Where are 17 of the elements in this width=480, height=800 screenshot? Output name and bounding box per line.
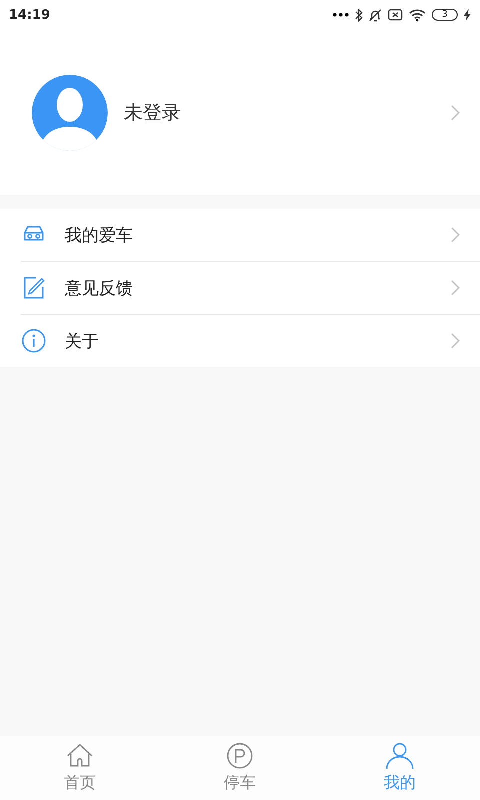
info-icon — [21, 329, 47, 353]
parking-icon — [225, 742, 255, 770]
chevron-icon — [450, 104, 460, 120]
login-status[interactable]: 未登录 — [124, 100, 450, 126]
bluetooth-icon — [355, 8, 363, 22]
sim-off-icon — [388, 9, 403, 21]
battery-indicator: 3 — [432, 9, 458, 21]
person-icon — [385, 742, 415, 770]
avatar-icon — [32, 74, 108, 150]
dots-icon — [333, 13, 349, 17]
charging-icon — [464, 9, 471, 21]
clock: 14:19 — [9, 8, 50, 22]
bell-off-icon — [369, 8, 382, 22]
chevron-icon — [450, 227, 460, 243]
chevron-icon — [450, 280, 460, 296]
wifi-icon — [409, 8, 426, 22]
chevron-icon — [450, 333, 460, 349]
